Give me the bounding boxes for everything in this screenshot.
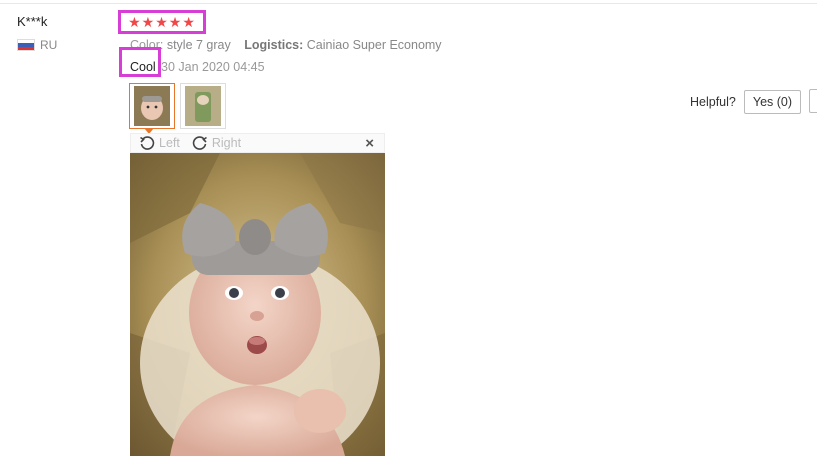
feedback-text: Cool [130, 60, 156, 74]
reviewer-country: RU [17, 38, 57, 52]
helpful-section: Helpful? Yes (0) [690, 90, 802, 114]
flag-ru-icon [17, 39, 35, 51]
photo-viewer-toolbar: Left Right × [130, 133, 385, 153]
rotate-right-label: Right [211, 136, 242, 150]
product-photo-thumbnail [185, 86, 221, 126]
stars: ★★★★★ [128, 14, 196, 30]
order-info: Color: style 7 gray Logistics: Cainiao S… [130, 38, 442, 52]
logistics-value: Cainiao Super Economy [306, 38, 442, 52]
rotate-left-button[interactable]: Left [139, 135, 180, 151]
helpful-no-button[interactable] [809, 89, 817, 113]
logistics-label: Logistics: [244, 38, 304, 52]
review-photo-large [130, 153, 385, 456]
baby-photo-thumbnail [134, 86, 170, 126]
review-photo-thumb-1[interactable] [129, 83, 175, 129]
helpful-yes-button[interactable]: Yes (0) [743, 90, 802, 114]
feedback-date: 30 Jan 2020 04:45 [161, 60, 265, 74]
helpful-label: Helpful? [690, 95, 736, 109]
color-value: style 7 gray [166, 38, 231, 52]
rotate-left-icon [140, 136, 155, 150]
close-icon[interactable]: × [365, 135, 374, 152]
review-photo-thumb-2[interactable] [180, 83, 226, 129]
baby-photo [130, 153, 385, 456]
divider [0, 3, 817, 4]
rotate-right-icon [192, 136, 207, 150]
country-code: RU [40, 38, 58, 52]
reviewer-name: K***k [17, 14, 48, 29]
star-rating: ★★★★★ [118, 10, 206, 34]
rotate-left-label: Left [159, 136, 180, 150]
rotate-right-button[interactable]: Right [192, 135, 241, 151]
